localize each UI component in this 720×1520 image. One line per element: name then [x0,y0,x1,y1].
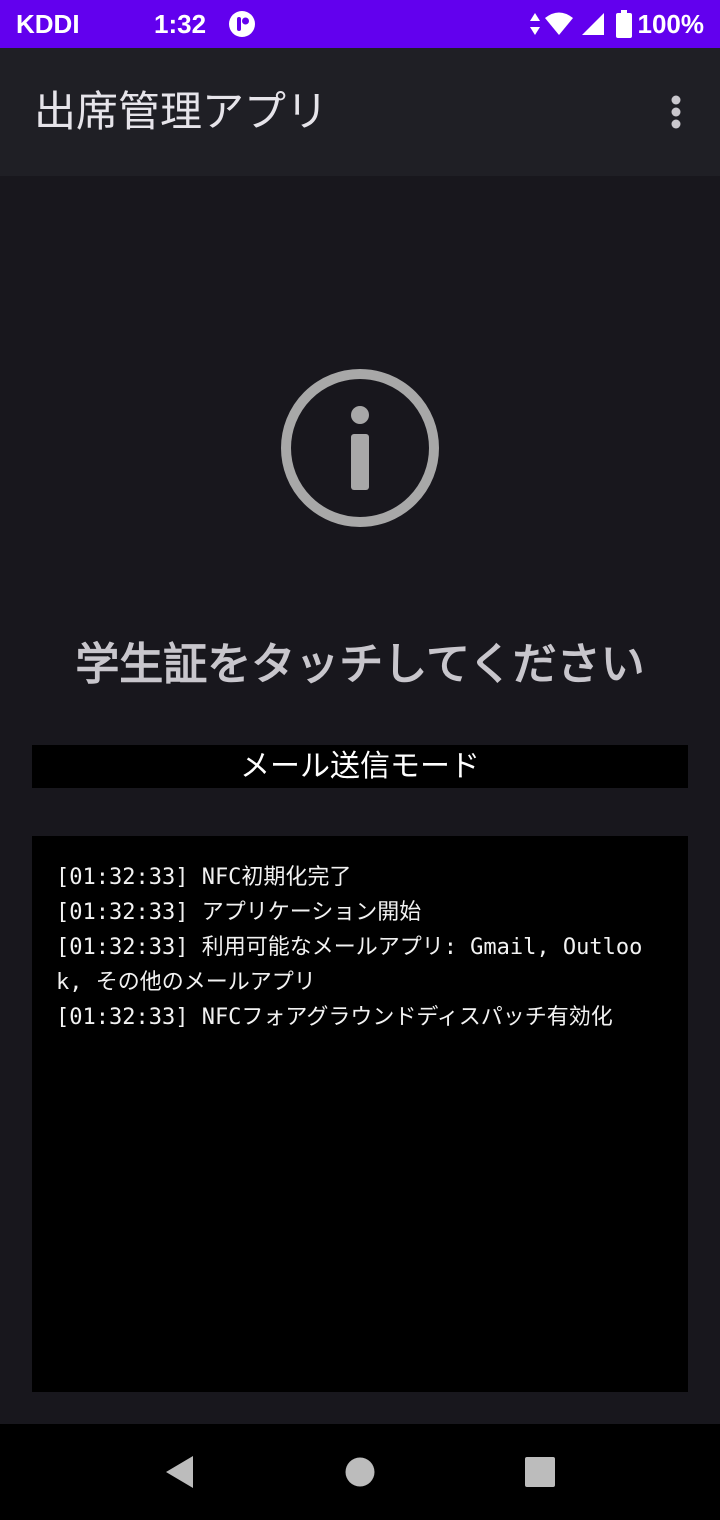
touch-prompt: 学生証をタッチしてください [75,639,645,690]
status-icons: 100% [528,8,705,40]
info-circle-icon [280,368,440,528]
recents-icon[interactable] [516,1448,564,1496]
log-line: [01:32:33] NFC初期化完了 [56,865,352,890]
signal-icon [580,11,606,37]
data-arrows-icon [528,11,542,37]
navigation-bar [0,1424,720,1520]
app-bar: 出席管理アプリ [0,48,720,176]
battery-icon [615,10,632,38]
log-panel[interactable]: [01:32:33] NFC初期化完了 [01:32:33] アプリケーション開… [32,836,688,1392]
clock: 1:32 [154,9,207,39]
home-icon[interactable] [336,1448,384,1496]
battery-percent: 100% [637,9,705,39]
log-line: [01:32:33] NFCフォアグラウンドディスパッチ有効化 [56,1005,613,1030]
mode-label: メール送信モード [32,745,688,788]
screen: KDDI 1:32 100% 出席管理アプリ 学生証をタッチしてください メール… [0,0,720,1520]
log-line: [01:32:33] 利用可能なメールアプリ: Gmail, Outlook, … [56,935,643,995]
more-vert-icon[interactable] [652,88,700,136]
carrier-label: KDDI [16,9,80,39]
wifi-icon [544,11,574,37]
log-line: [01:32:33] アプリケーション開始 [56,900,422,925]
back-icon[interactable] [156,1448,204,1496]
app-title: 出席管理アプリ [34,87,329,136]
notification-app-icon [228,10,256,38]
status-bar: KDDI 1:32 100% [0,0,720,48]
